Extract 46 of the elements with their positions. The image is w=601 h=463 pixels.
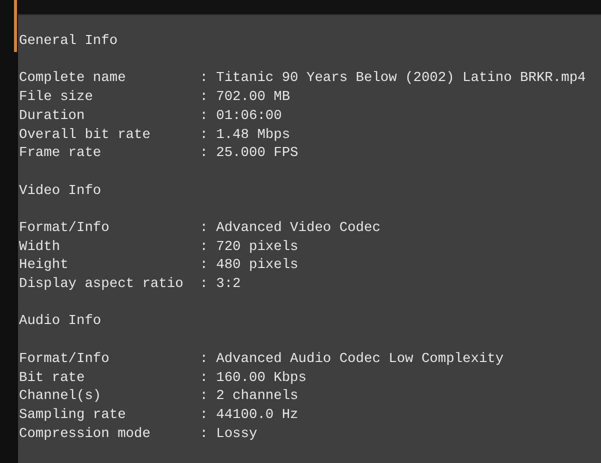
field-label: Bit rate bbox=[19, 370, 86, 388]
separator: : bbox=[200, 238, 209, 257]
field-value: 160.00 Kbps bbox=[216, 370, 306, 386]
field-label: File size bbox=[19, 89, 94, 108]
separator: : bbox=[200, 257, 209, 276]
separator: : bbox=[200, 406, 209, 425]
separator: : bbox=[200, 370, 209, 388]
field-value: 01:06:00 bbox=[216, 108, 282, 124]
field-label: Overall bit rate bbox=[19, 126, 152, 144]
field-label: Complete name bbox=[19, 70, 127, 88]
field-value: 44100.0 Hz bbox=[216, 408, 298, 423]
section-heading: General Info bbox=[19, 34, 118, 49]
separator: : bbox=[200, 89, 209, 108]
field-value: 2 channels bbox=[216, 389, 298, 404]
separator: : bbox=[200, 426, 209, 444]
separator: : bbox=[200, 108, 209, 126]
field-label: Duration bbox=[19, 108, 86, 126]
separator: : bbox=[200, 126, 209, 144]
field-value: 480 pixels bbox=[216, 258, 298, 274]
separator: : bbox=[200, 388, 209, 406]
field-label: Display aspect ratio bbox=[19, 276, 184, 294]
field-label: Format/Info bbox=[19, 220, 110, 238]
section-heading: Audio Info bbox=[19, 314, 102, 330]
field-value: Lossy bbox=[216, 426, 258, 442]
text-cursor bbox=[14, 0, 17, 52]
separator: : bbox=[200, 220, 209, 238]
field-value: 25.000 FPS bbox=[216, 146, 298, 162]
field-label: Compression mode bbox=[19, 426, 152, 444]
field-label: Frame rate bbox=[19, 145, 102, 164]
separator: : bbox=[200, 350, 209, 369]
section-heading: Video Info bbox=[19, 184, 102, 199]
field-value: 1.48 Mbps bbox=[216, 128, 290, 142]
field-value: 702.00 MB bbox=[216, 90, 290, 106]
field-label: Width bbox=[19, 238, 62, 257]
field-value: Advanced Video Codec bbox=[216, 220, 380, 236]
separator: : bbox=[200, 276, 209, 294]
field-value: 3:2 bbox=[216, 277, 241, 292]
separator: : bbox=[200, 145, 209, 164]
field-value: 720 pixels bbox=[216, 240, 298, 255]
field-value: Advanced Audio Codec Low Complexity bbox=[216, 352, 504, 367]
field-value: Titanic 90 Years Below (2002) Latino BRKR.mp4 bbox=[216, 71, 586, 86]
separator: : bbox=[200, 70, 209, 88]
field-label: Channel(s) bbox=[19, 388, 102, 406]
field-label: Format/Info bbox=[19, 350, 110, 369]
field-label: Height bbox=[19, 257, 70, 276]
field-label: Sampling rate bbox=[19, 406, 127, 425]
